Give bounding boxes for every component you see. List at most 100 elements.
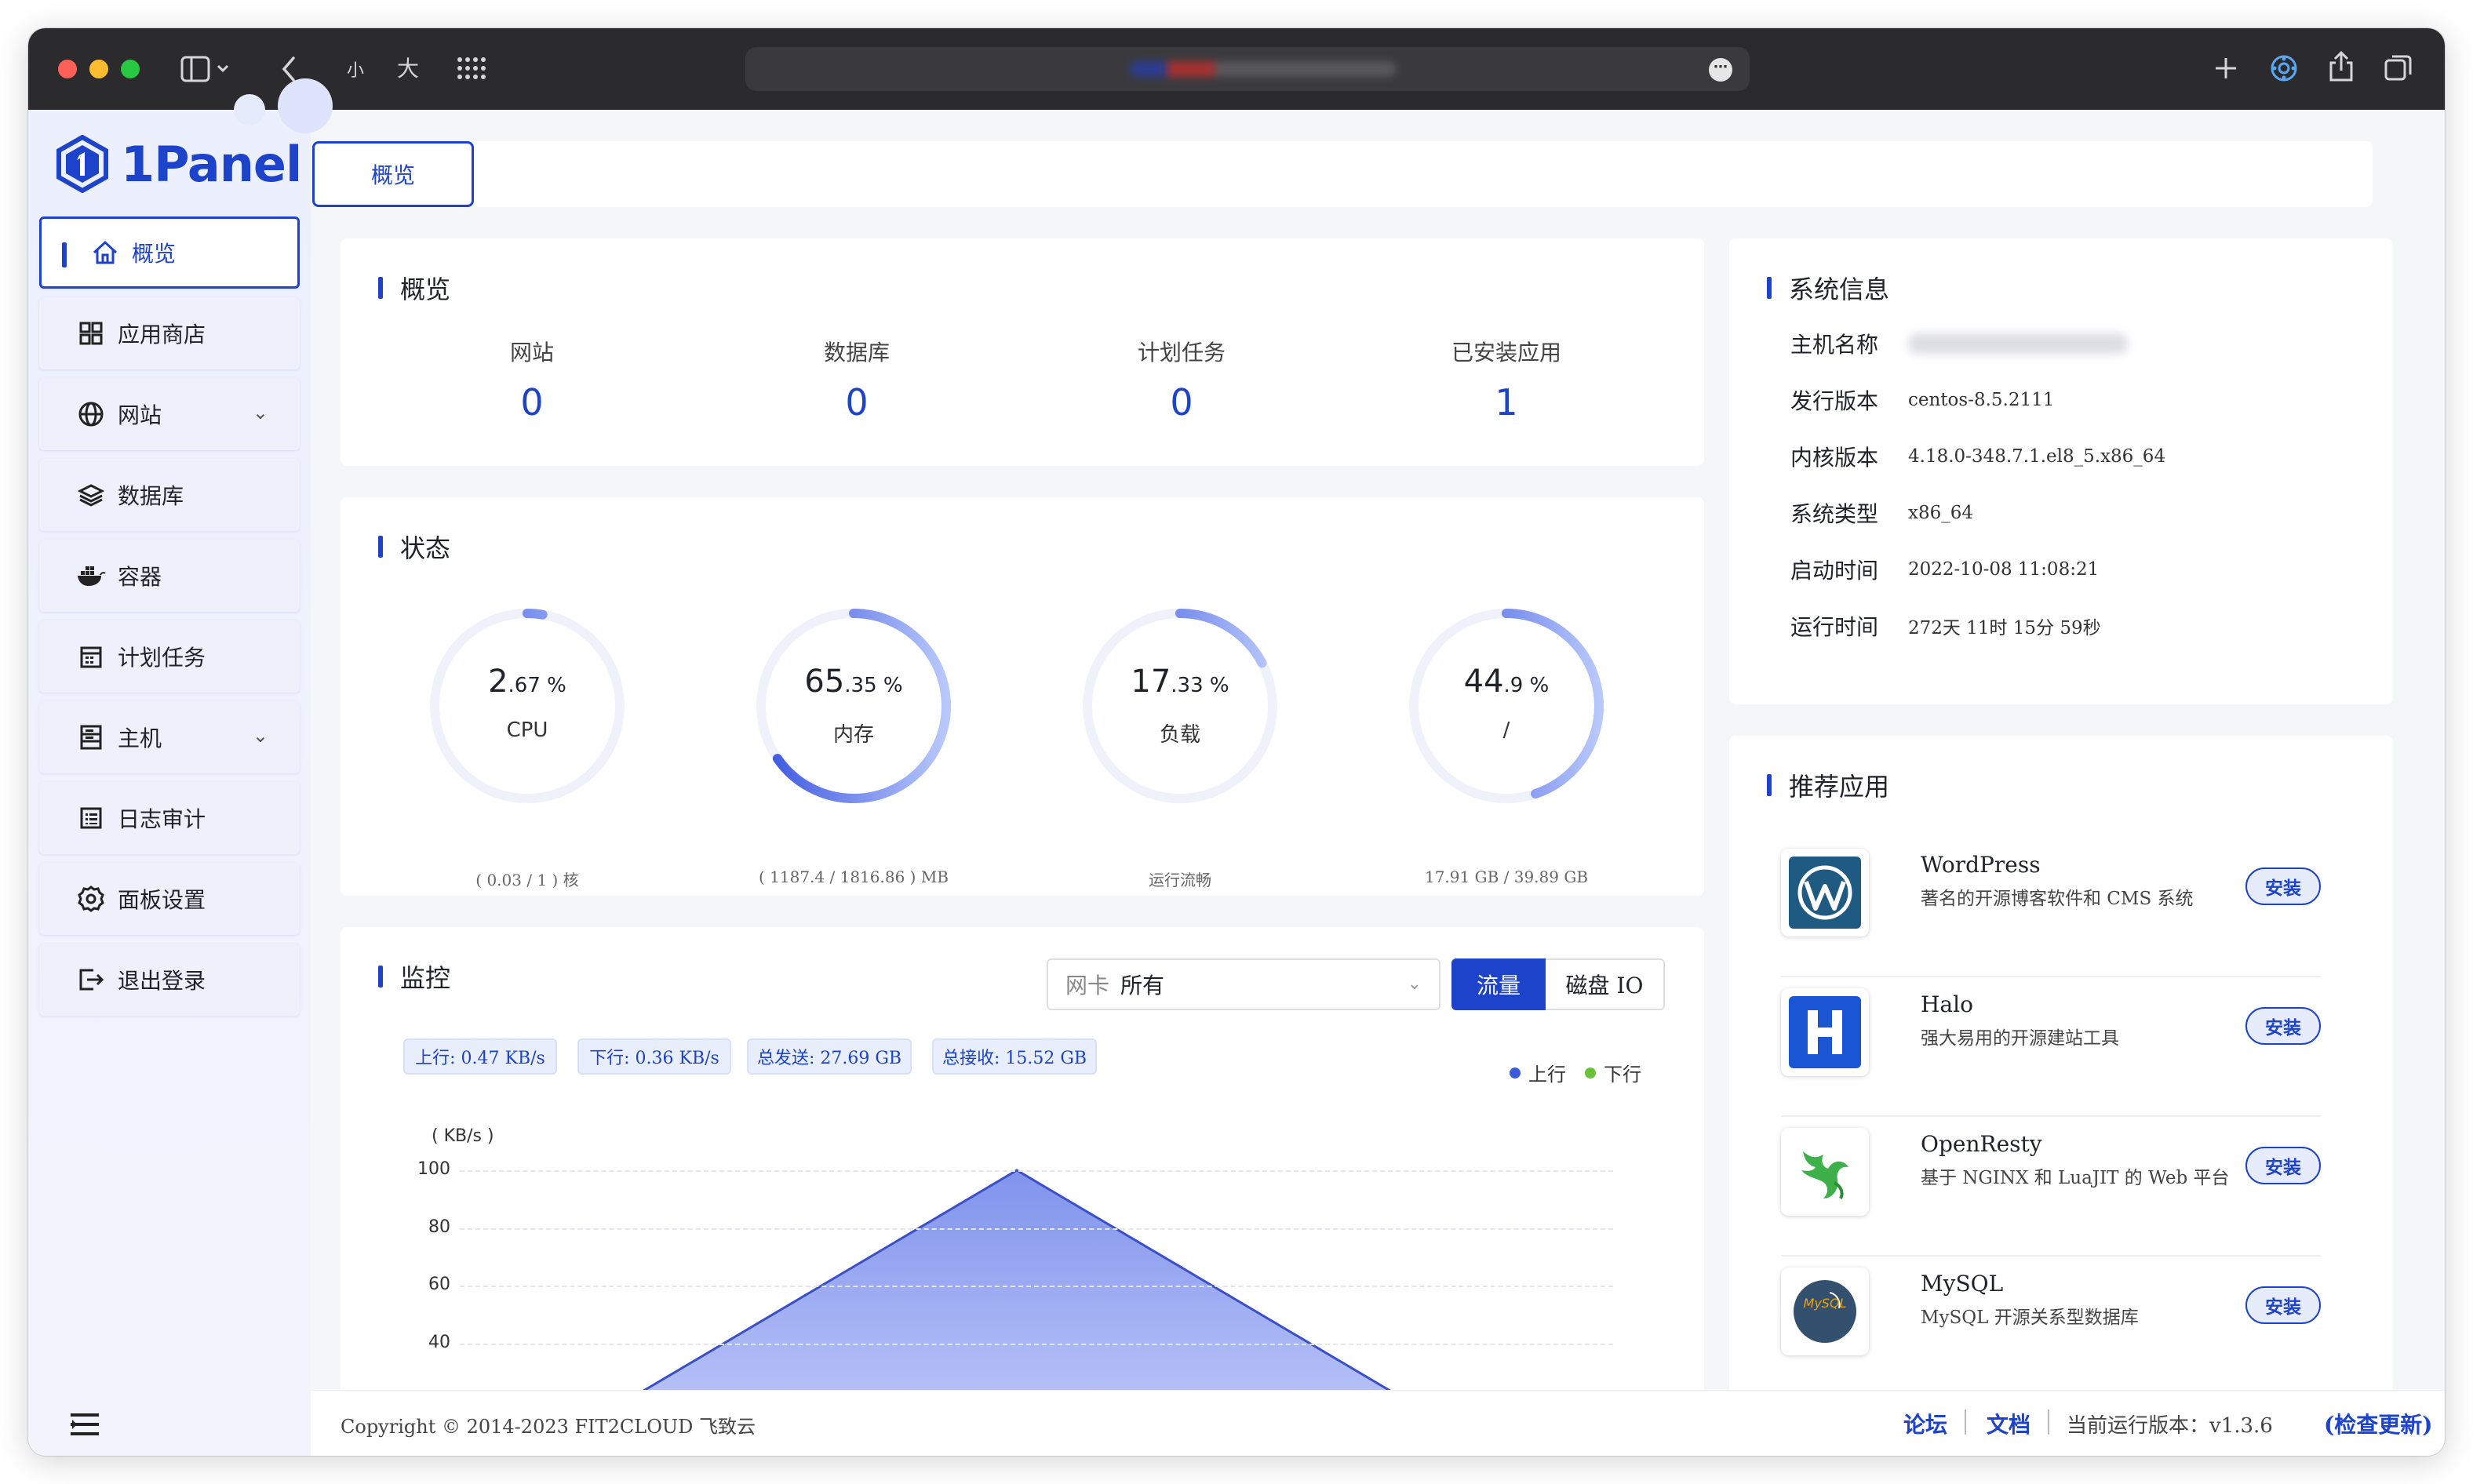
gauge-ring [1409, 609, 1604, 803]
sidebar-item-app-store[interactable]: 应用商店 [39, 297, 300, 369]
disk-io-toggle-button[interactable]: 磁盘 IO [1546, 958, 1665, 1010]
status-card: 状态 2.67 % CPU ( 0.03 / 1 ) 核 65.35 % 内存 ( 118… [341, 497, 1704, 896]
total-sent-badge: 总发送: 27.69 GB [747, 1038, 912, 1075]
sidebar-item-overview[interactable]: 概览 [39, 216, 300, 289]
more-options-icon[interactable]: ⋯ [1709, 58, 1732, 82]
app-item-wordpress[interactable]: WordPress 著名的开源博客软件和 CMS 系统 安装 [1781, 838, 2321, 977]
sidebar-item-label: 数据库 [118, 483, 184, 509]
sidebar-item-label: 概览 [132, 241, 177, 267]
sysinfo-value: 2022-10-08 11:08:21 [1908, 559, 2100, 580]
stat-databases[interactable]: 数据库 0 [739, 336, 974, 424]
y-tick-label: 40 [428, 1332, 450, 1352]
chevron-down-icon[interactable]: ⌄ [253, 402, 268, 424]
stat-label: 网站 [509, 340, 554, 366]
sidebar-item-settings[interactable]: 面板设置 [39, 863, 300, 935]
tab-bar: 概览 [312, 141, 2373, 207]
gauge-ring [756, 609, 951, 803]
minimize-window-button[interactable] [89, 60, 108, 78]
y-tick-label: 80 [428, 1217, 450, 1237]
maximize-window-button[interactable] [121, 60, 140, 78]
browser-window: 小 大 ⋯ 1Panel 概览 应用商店 网站 ⌄ 数据库 容器 计划任务 主机… [28, 28, 2445, 1456]
legend-download[interactable]: 下行 [1585, 1059, 1641, 1086]
address-bar[interactable]: ⋯ [745, 47, 1750, 91]
check-update-link[interactable]: (检查更新) [2324, 1408, 2433, 1439]
traffic-toggle-button[interactable]: 流量 [1451, 958, 1546, 1010]
stat-value: 1 [1495, 381, 1518, 424]
app-name: WordPress [1921, 852, 2041, 878]
sysinfo-card: 系统信息 主机名称 发行版本 centos-8.5.2111 内核版本 4.18.0-3… [1729, 238, 2393, 704]
app-logo[interactable]: 1Panel [55, 129, 302, 199]
gauge-label: 负载 [1159, 723, 1200, 747]
legend-upload[interactable]: 上行 [1510, 1059, 1566, 1086]
stat-cronjobs[interactable]: 计划任务 0 [1064, 336, 1299, 424]
log-icon [75, 802, 107, 834]
layers-icon [75, 479, 107, 511]
sysinfo-key: 主机名称 [1790, 332, 1879, 358]
tab-overview[interactable]: 概览 [312, 141, 474, 207]
gauge-cpu: 2.67 % CPU [425, 604, 629, 808]
brand-name: 1Panel [121, 135, 302, 193]
sidebar-item-label: 计划任务 [118, 645, 206, 671]
divider [1965, 1409, 1966, 1435]
copyright-text: Copyright © 2014-2023 FIT2CLOUD 飞致云 [341, 1416, 756, 1438]
upload-area [632, 1170, 1402, 1398]
logout-icon [75, 964, 107, 995]
app-description: 著名的开源博客软件和 CMS 系统 [1921, 889, 2194, 909]
sysinfo-value: 4.18.0-348.7.1.el8_5.x86_64 [1908, 446, 2166, 467]
app-description: 基于 NGINX 和 LuaJIT 的 Web 平台 [1921, 1168, 2230, 1188]
app-item-openresty[interactable]: OpenResty 基于 NGINX 和 LuaJIT 的 Web 平台 安装 [1781, 1117, 2321, 1257]
docs-link[interactable]: 文档 [1987, 1408, 2030, 1439]
gauge-memory: 65.35 % 内存 [752, 604, 956, 808]
install-button[interactable]: 安装 [2245, 867, 2321, 905]
mysql-wordmark: MySQL [1803, 1296, 1847, 1311]
monitor-title: 监控 [378, 958, 450, 995]
share-icon[interactable] [2327, 50, 2355, 83]
sidebar-item-cronjobs[interactable]: 计划任务 [39, 620, 300, 693]
apps-grid-icon[interactable] [457, 56, 488, 82]
sysinfo-value: x86_64 [1908, 503, 1974, 523]
chevron-down-icon: ⌄ [1407, 974, 1422, 994]
sysinfo-row-uptime: 运行时间 272天 11时 15分 59秒 [1790, 610, 2101, 642]
y-axis-unit: ( KB/s ) [432, 1126, 494, 1146]
grid-line [460, 1170, 1613, 1172]
forum-link[interactable]: 论坛 [1903, 1408, 1947, 1439]
gauge-label: / [1502, 718, 1510, 742]
install-button[interactable]: 安装 [2245, 1147, 2321, 1184]
sidebar-item-logs[interactable]: 日志审计 [39, 782, 300, 854]
sidebar-toggle-icon[interactable] [180, 55, 231, 83]
monitor-card: 监控 网卡 所有 ⌄ 流量 磁盘 IO 上行: 0.47 KB/s 下行: 0.… [341, 927, 1704, 1398]
decor-bubble [234, 94, 265, 125]
gauge-detail: 17.91 GB / 39.89 GB [1424, 867, 1589, 886]
sidebar-item-hosts[interactable]: 主机 ⌄ [39, 701, 300, 773]
footer: Copyright © 2014-2023 FIT2CLOUD 飞致云 论坛 文… [311, 1390, 2445, 1456]
sidebar-item-containers[interactable]: 容器 [39, 540, 300, 612]
extension-icon[interactable] [2269, 53, 2299, 83]
back-icon[interactable] [279, 55, 298, 83]
nic-select[interactable]: 网卡 所有 ⌄ [1047, 958, 1440, 1010]
gauge-value: 65.35 % [804, 664, 903, 700]
gear-icon [75, 883, 107, 915]
collapse-menu-icon[interactable] [71, 1412, 102, 1437]
sidebar-item-websites[interactable]: 网站 ⌄ [39, 378, 300, 450]
status-title: 状态 [378, 529, 450, 565]
font-large-button[interactable]: 大 [397, 52, 419, 83]
gauge-detail: ( 0.03 / 1 ) 核 [475, 871, 579, 889]
new-tab-icon[interactable] [2213, 55, 2239, 82]
install-button[interactable]: 安装 [2245, 1007, 2321, 1045]
active-indicator [62, 242, 67, 267]
font-small-button[interactable]: 小 [347, 56, 364, 82]
decor-bubble [278, 78, 333, 133]
stat-websites[interactable]: 网站 0 [414, 336, 650, 424]
chevron-down-icon[interactable]: ⌄ [253, 725, 268, 747]
install-button[interactable]: 安装 [2245, 1286, 2321, 1324]
version-text: 当前运行版本：v1.3.6 [2067, 1414, 2273, 1438]
sidebar-item-logout[interactable]: 退出登录 [39, 944, 300, 1016]
stat-installed-apps[interactable]: 已安装应用 1 [1389, 336, 1624, 424]
app-item-halo[interactable]: Halo 强大易用的开源建站工具 安装 [1781, 977, 2321, 1117]
stat-value: 0 [845, 381, 869, 424]
sidebar-item-databases[interactable]: 数据库 [39, 459, 300, 531]
close-window-button[interactable] [58, 60, 77, 78]
sysinfo-key: 启动时间 [1790, 558, 1879, 584]
app-item-mysql[interactable]: MySQL MySQL MySQL 开源关系型数据库 安装 [1781, 1257, 2321, 1396]
tabs-overview-icon[interactable] [2384, 53, 2413, 83]
